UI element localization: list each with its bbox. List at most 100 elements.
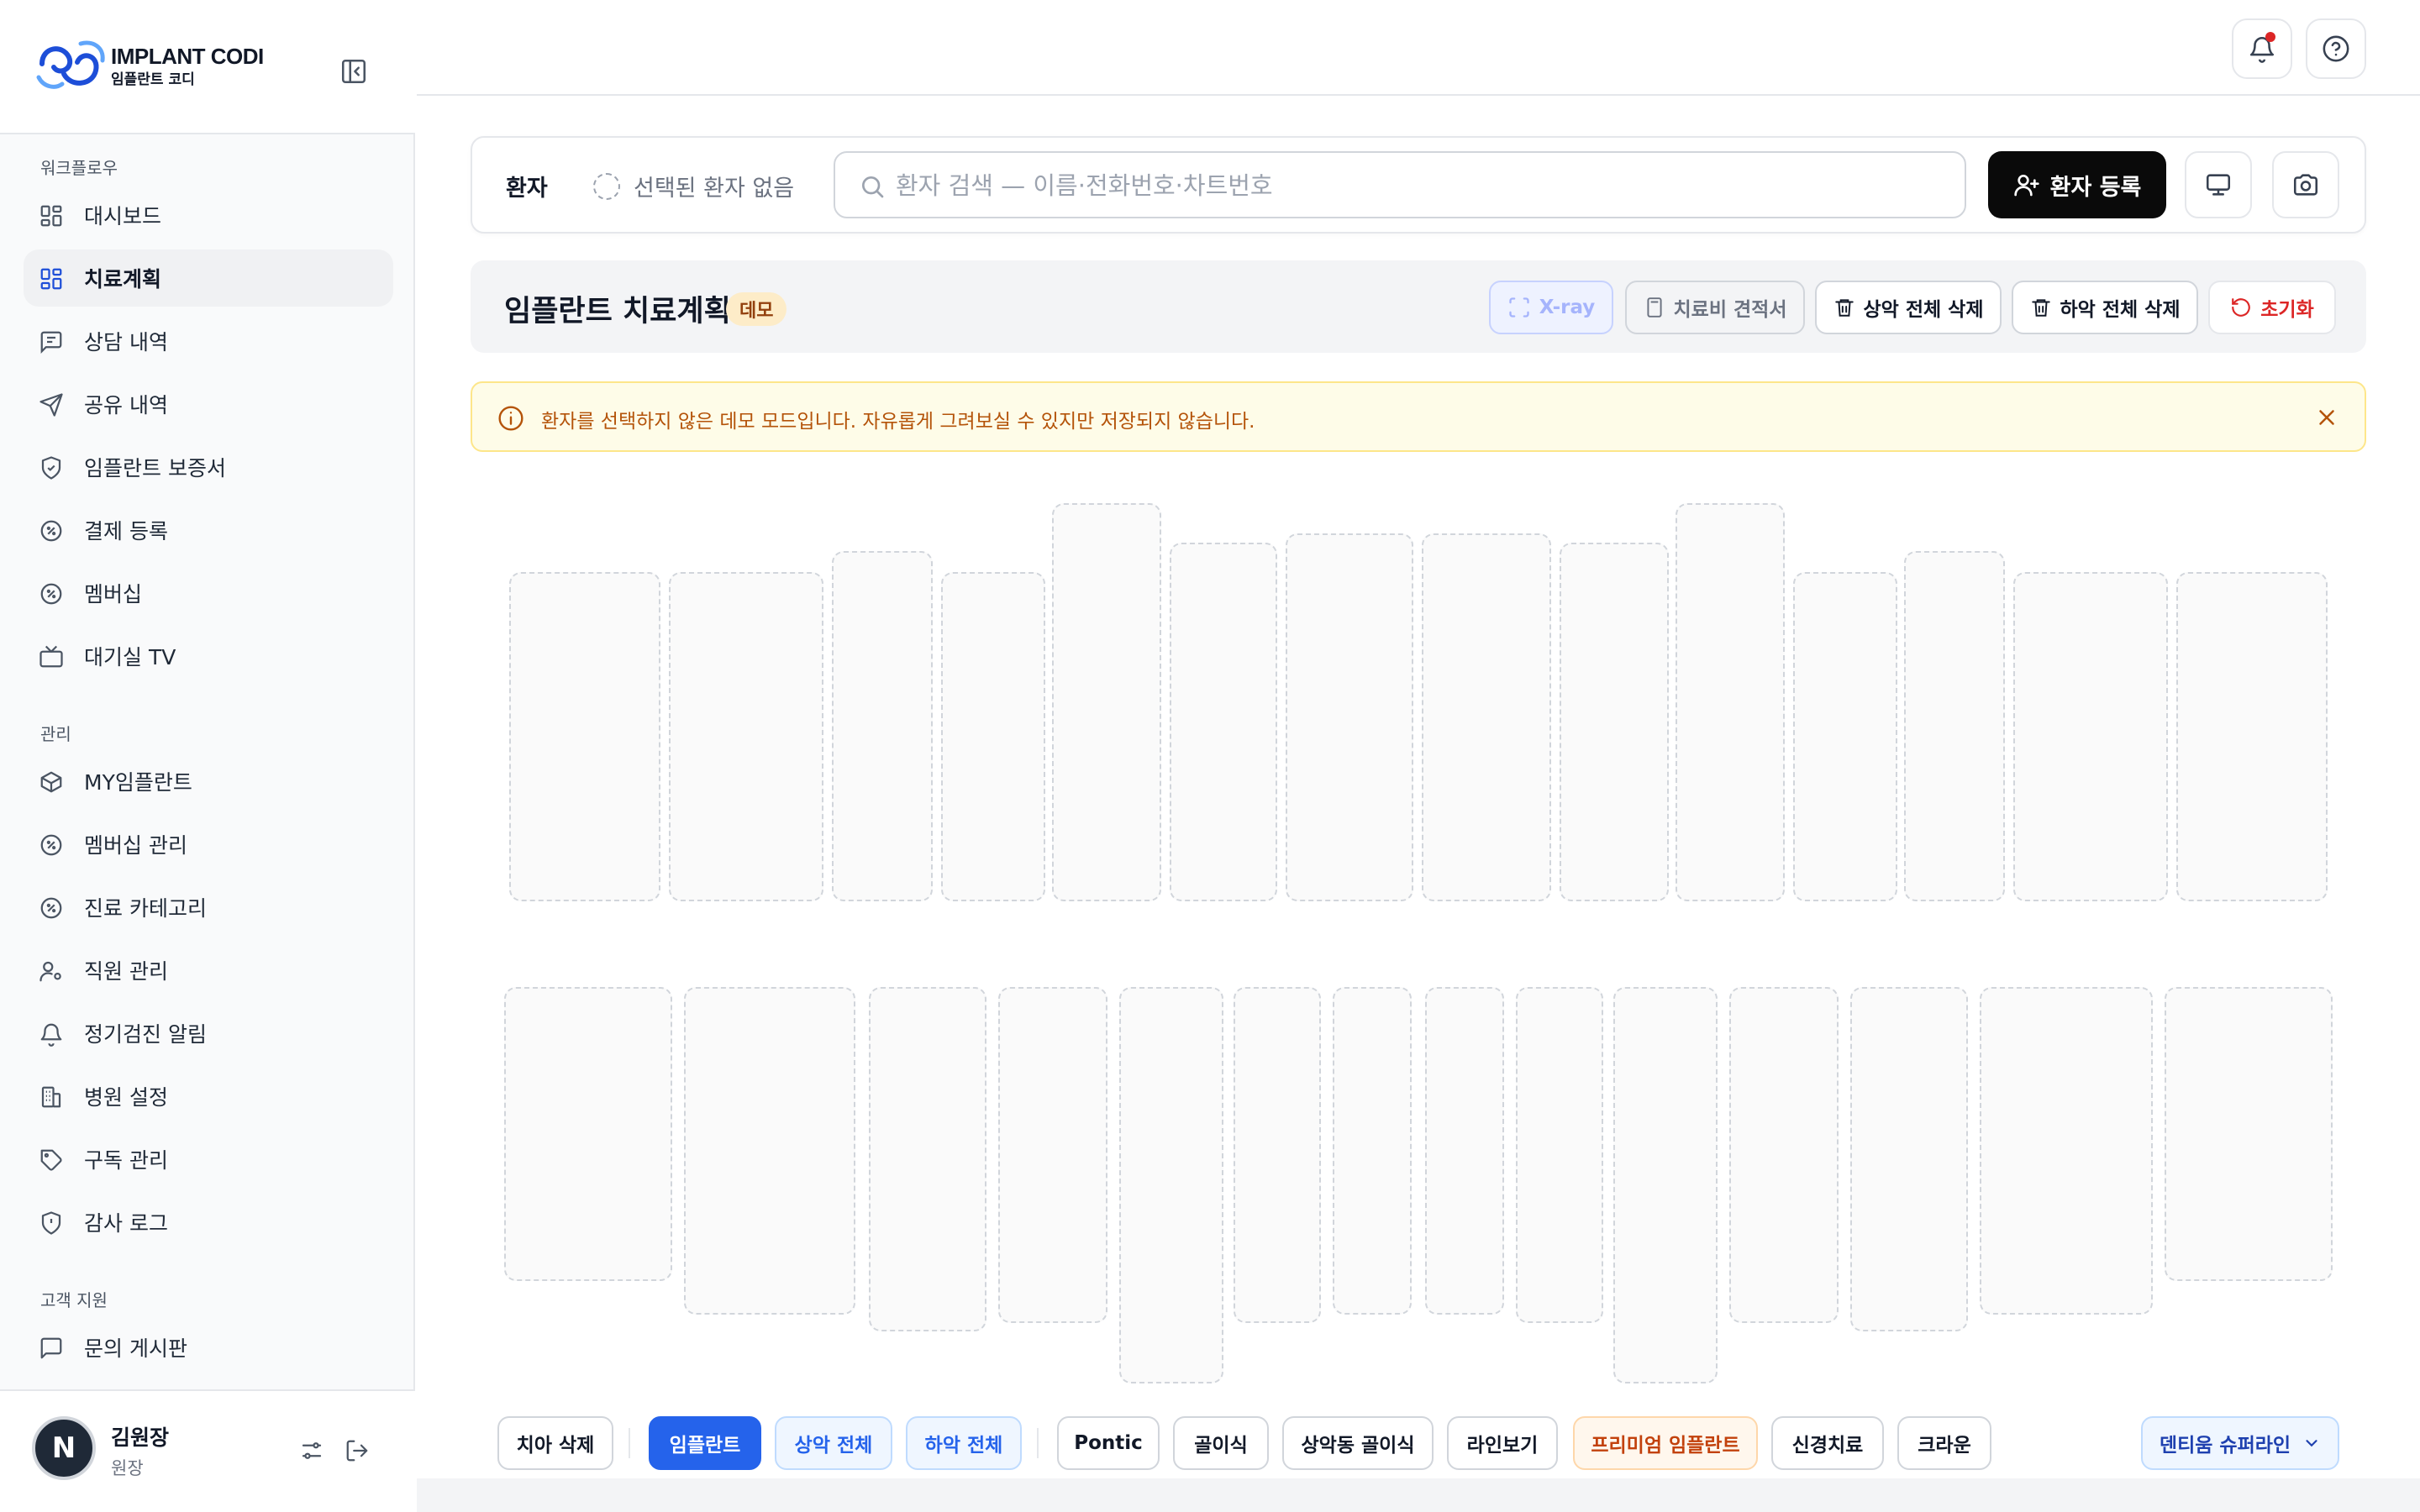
tooth-slot[interactable]	[2165, 987, 2333, 1281]
monitor-button[interactable]	[2185, 151, 2252, 218]
sidebar-item-membership[interactable]: 멤버십	[24, 564, 393, 622]
demo-badge: 데모	[726, 292, 787, 326]
tooth-slot[interactable]	[1286, 533, 1413, 901]
sidebar-item-payment[interactable]: 결제 등록	[24, 501, 393, 559]
reset-label: 초기화	[2260, 299, 2314, 321]
brand-title: IMPLANT CODI	[111, 44, 264, 69]
patient-search-input[interactable]	[896, 165, 1938, 207]
sidebar-item-my-implant[interactable]: MY임플란트	[24, 753, 393, 810]
sidebar-item-label: 임플란트 보증서	[84, 456, 226, 480]
sidebar-item-label: 상담 내역	[84, 330, 168, 354]
tooth-slot[interactable]	[509, 572, 660, 901]
sidebar-collapse-icon[interactable]	[339, 57, 368, 86]
search-icon	[862, 176, 884, 198]
clear-lower-button[interactable]: 하악 전체 삭제	[2012, 281, 2198, 334]
sidebar-item-membership-admin[interactable]: 멤버십 관리	[24, 816, 393, 873]
tooth-slot[interactable]	[1425, 987, 1504, 1315]
sidebar-item-inquiry-board[interactable]: 문의 게시판	[24, 1319, 393, 1376]
tooth-slot[interactable]	[1170, 543, 1277, 901]
bell-icon	[40, 1023, 62, 1047]
sidebar-item-label: 직원 관리	[84, 959, 168, 984]
rotate-ccw-icon	[2232, 298, 2251, 317]
tooth-slot[interactable]	[684, 987, 855, 1315]
premium-implant-button[interactable]: 프리미엄 임플란트	[1573, 1416, 1758, 1470]
sidebar-item-checkup-alerts[interactable]: 정기검진 알림	[24, 1005, 393, 1062]
implant-button[interactable]: 임플란트	[649, 1416, 761, 1470]
tooth-slot[interactable]	[1052, 503, 1161, 901]
estimate-button[interactable]: 치료비 견적서	[1625, 281, 1805, 334]
tooth-slot[interactable]	[1333, 987, 1412, 1315]
line-view-button[interactable]: 라인보기	[1447, 1416, 1558, 1470]
sidebar-item-warranty[interactable]: 임플란트 보증서	[24, 438, 393, 496]
sinus-graft-button[interactable]: 상악동 골이식	[1282, 1416, 1434, 1470]
tooth-slot[interactable]	[1676, 503, 1785, 901]
lower-all-button[interactable]: 하악 전체	[906, 1416, 1022, 1470]
sidebar-item-subscription[interactable]: 구독 관리	[24, 1131, 393, 1188]
pontic-button[interactable]: Pontic	[1057, 1416, 1160, 1470]
tooth-slot[interactable]	[2176, 572, 2328, 901]
tooth-slot[interactable]	[1980, 987, 2153, 1315]
camera-button[interactable]	[2272, 151, 2339, 218]
tooth-slot[interactable]	[504, 987, 672, 1281]
tooth-slot[interactable]	[1422, 533, 1551, 901]
notifications-button[interactable]	[2232, 18, 2292, 79]
xray-button[interactable]: X-ray	[1489, 281, 1613, 334]
tooth-slot[interactable]	[1850, 987, 1968, 1331]
tooth-slot[interactable]	[1119, 987, 1223, 1383]
tooth-slot[interactable]	[998, 987, 1107, 1323]
implant-brand-select[interactable]: 덴티움 슈퍼라인	[2141, 1416, 2339, 1470]
sidebar-item-hospital-settings[interactable]: 병원 설정	[24, 1068, 393, 1125]
tooth-slot[interactable]	[1793, 572, 1897, 901]
clear-lower-label: 하악 전체 삭제	[2060, 299, 2181, 321]
scan-icon	[1509, 297, 1529, 318]
trash-icon	[1834, 299, 1854, 317]
sidebar-item-audit-log[interactable]: 감사 로그	[24, 1194, 393, 1251]
tooth-slot[interactable]	[1729, 987, 1839, 1323]
sidebar-item-dashboard[interactable]: 대시보드	[24, 186, 393, 244]
logout-icon[interactable]	[345, 1438, 370, 1463]
bone-graft-button[interactable]: 골이식	[1173, 1416, 1269, 1470]
sidebar-item-waiting-tv[interactable]: 대기실 TV	[24, 627, 393, 685]
sidebar-item-staff[interactable]: 직원 관리	[24, 942, 393, 999]
sliders-icon[interactable]	[299, 1438, 324, 1463]
sidebar-item-label: 치료계획	[84, 267, 162, 291]
avatar[interactable]: N	[32, 1416, 96, 1480]
patient-search[interactable]	[834, 151, 1966, 218]
tooth-slot[interactable]	[1613, 987, 1718, 1383]
crown-button[interactable]: 크라운	[1897, 1416, 1991, 1470]
delete-tooth-button[interactable]: 치아 삭제	[497, 1416, 613, 1470]
sidebar-item-consultations[interactable]: 상담 내역	[24, 312, 393, 370]
monitor-icon	[2206, 174, 2231, 196]
reset-button[interactable]: 초기화	[2208, 281, 2336, 334]
xray-label: X-ray	[1539, 297, 1596, 318]
sidebar-item-treatment-plan[interactable]: 치료계획	[24, 249, 393, 307]
clear-upper-button[interactable]: 상악 전체 삭제	[1815, 281, 2002, 334]
close-icon[interactable]	[2314, 405, 2339, 430]
badge-percent-icon	[40, 520, 62, 542]
register-patient-button[interactable]: 환자 등록	[1988, 151, 2166, 218]
sidebar-item-label: 문의 게시판	[84, 1336, 187, 1361]
sidebar-item-shares[interactable]: 공유 내역	[24, 375, 393, 433]
tooth-slot[interactable]	[832, 551, 933, 901]
tooth-slot[interactable]	[1516, 987, 1603, 1323]
nav-section-support: 고객 지원	[40, 1290, 108, 1310]
tooth-slot[interactable]	[669, 572, 823, 901]
help-button[interactable]	[2306, 18, 2366, 79]
sidebar-item-label: 감사 로그	[84, 1211, 168, 1236]
demo-mode-alert: 환자를 선택하지 않은 데모 모드입니다. 자유롭게 그려보실 수 있지만 저장…	[471, 381, 2366, 452]
badge-percent-icon	[40, 897, 62, 919]
tooth-slot[interactable]	[1234, 987, 1321, 1323]
tooth-slot[interactable]	[941, 572, 1045, 901]
tooth-slot[interactable]	[869, 987, 986, 1331]
sidebar-item-categories[interactable]: 진료 카테고리	[24, 879, 393, 936]
root-canal-button[interactable]: 신경치료	[1771, 1416, 1884, 1470]
tooth-slot[interactable]	[2013, 572, 2168, 901]
tooth-slot[interactable]	[1904, 551, 2005, 901]
tooth-slot[interactable]	[1560, 543, 1669, 901]
register-patient-label: 환자 등록	[2049, 174, 2142, 201]
sidebar-item-label: 진료 카테고리	[84, 896, 207, 921]
patient-selection[interactable]: 선택된 환자 없음	[593, 170, 794, 202]
clear-upper-label: 상악 전체 삭제	[1863, 299, 1984, 321]
sidebar-item-label: 멤버십	[84, 582, 143, 606]
upper-all-button[interactable]: 상악 전체	[775, 1416, 892, 1470]
